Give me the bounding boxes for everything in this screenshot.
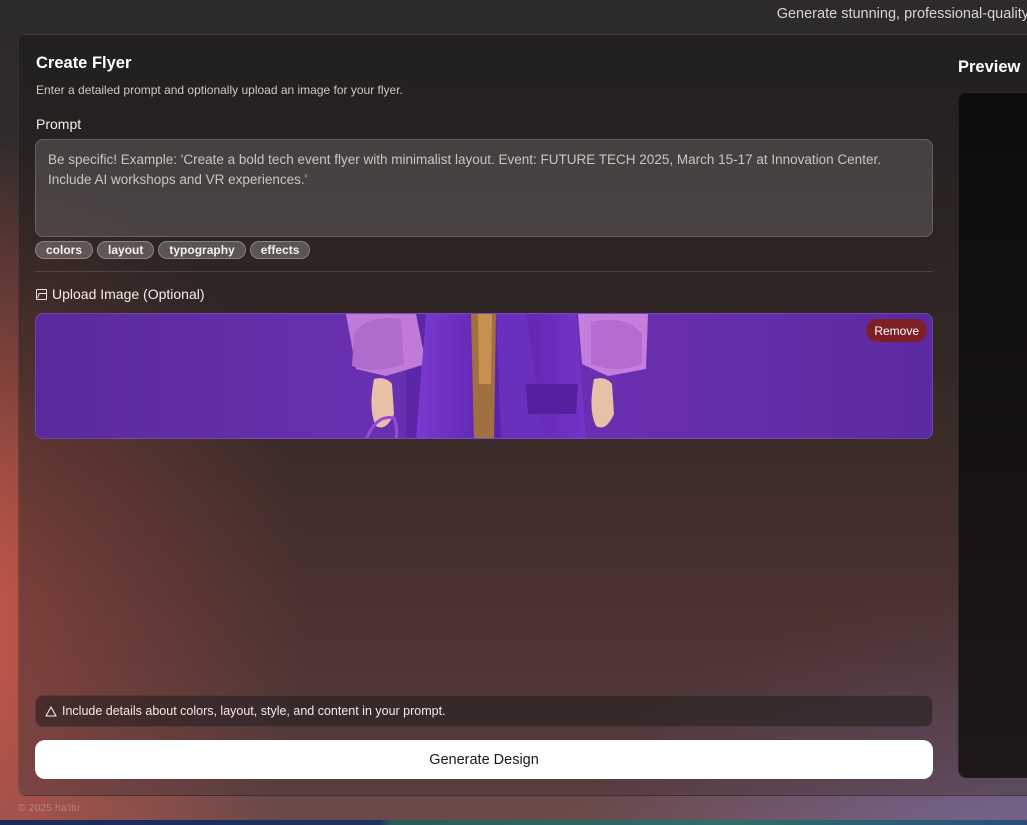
header-tagline: Generate stunning, professional-quality — [776, 6, 1027, 22]
prompt-placeholder: Be specific! Example: 'Create a bold tec… — [48, 152, 881, 187]
image-icon — [36, 288, 47, 300]
prompt-tip: Include details about colors, layout, st… — [35, 695, 933, 727]
divider — [35, 271, 933, 272]
uploaded-image[interactable]: Remove — [35, 313, 933, 439]
create-flyer-card: Create Flyer Enter a detailed prompt and… — [18, 34, 1027, 796]
upload-label-text: Upload Image (Optional) — [52, 286, 205, 302]
prompt-chips: colors layout typography effects — [35, 241, 311, 259]
chip-effects[interactable]: effects — [249, 241, 311, 259]
tip-text: Include details about colors, layout, st… — [62, 704, 446, 718]
page-title: Create Flyer — [36, 54, 132, 72]
remove-image-button[interactable]: Remove — [866, 319, 927, 342]
chip-typography[interactable]: typography — [158, 241, 246, 259]
prompt-label: Prompt — [36, 116, 82, 132]
preview-panel — [958, 92, 1027, 778]
taskbar-strip — [0, 820, 1027, 825]
generate-design-button[interactable]: Generate Design — [35, 740, 933, 779]
footer-copyright: © 2025 ha'itu — [18, 802, 80, 814]
chip-colors[interactable]: colors — [35, 241, 94, 259]
preview-title: Preview — [958, 58, 1021, 76]
form-section: Create Flyer Enter a detailed prompt and… — [35, 35, 934, 797]
upload-label: Upload Image (Optional) — [36, 286, 205, 302]
prompt-textarea[interactable]: Be specific! Example: 'Create a bold tec… — [35, 139, 933, 237]
page-subtitle: Enter a detailed prompt and optionally u… — [36, 83, 403, 97]
warning-triangle-icon — [45, 705, 57, 717]
chip-layout[interactable]: layout — [97, 241, 155, 259]
uploaded-image-figure — [346, 314, 648, 438]
